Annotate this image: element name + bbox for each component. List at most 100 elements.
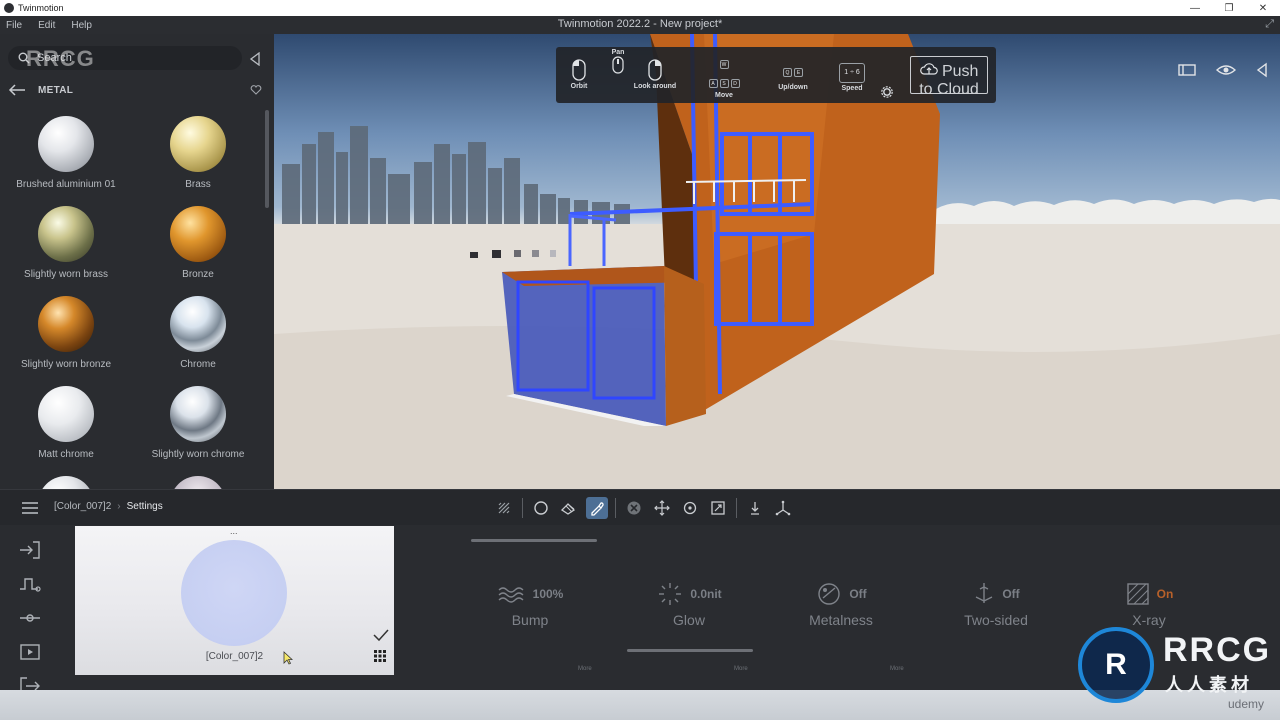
material-tile[interactable]: Slightly worn bronze	[0, 296, 132, 382]
bump-property[interactable]: 100% Bump	[494, 580, 566, 628]
material-label: Bronze	[182, 269, 214, 280]
scale-tool[interactable]	[707, 497, 729, 519]
paint-tool[interactable]	[558, 497, 580, 519]
maximize-button[interactable]: ❐	[1212, 0, 1246, 16]
mouse-right-icon	[648, 59, 662, 81]
3d-viewport[interactable]: Orbit Pan Look around W ASD Move QE Up/d…	[274, 34, 1280, 489]
updown-hint: QE Up/down	[768, 61, 818, 91]
category-header: METAL	[8, 82, 264, 98]
material-swatch[interactable]	[181, 540, 287, 646]
import-icon[interactable]	[18, 539, 42, 561]
breadcrumb-material[interactable]: [Color_007]2	[54, 501, 111, 512]
navigation-help-panel: Orbit Pan Look around W ASD Move QE Up/d…	[556, 47, 996, 103]
material-name: [Color_007]2	[205, 651, 264, 662]
material-tile-partial[interactable]	[132, 476, 264, 489]
rotate-tool[interactable]	[679, 497, 701, 519]
material-label: Matt chrome	[38, 449, 94, 460]
menu-icon[interactable]	[20, 501, 40, 515]
more-link[interactable]: More	[734, 666, 748, 672]
collapse-right-icon[interactable]	[1256, 62, 1268, 78]
x-ray-icon	[1126, 583, 1149, 605]
material-sphere-icon	[38, 476, 94, 489]
metalness-property[interactable]: Off Metalness	[806, 580, 876, 628]
material-tile[interactable]: Slightly worn chrome	[132, 386, 264, 472]
window-title: Twinmotion 2022.2 - New project*	[557, 18, 723, 30]
material-tile-partial[interactable]	[0, 476, 132, 489]
back-arrow-icon[interactable]	[8, 84, 26, 96]
pan-label: Pan	[611, 49, 625, 56]
material-tile[interactable]: Slightly worn brass	[0, 206, 132, 292]
eyedropper-icon	[591, 502, 604, 516]
key-d: D	[730, 79, 740, 88]
clear-tool[interactable]	[623, 497, 645, 519]
orbit-label: Orbit	[570, 83, 588, 90]
properties-scroll-indicator[interactable]	[627, 649, 753, 652]
collapse-panel-icon[interactable]	[249, 52, 261, 66]
close-button[interactable]: ✕	[1246, 0, 1280, 16]
layout-icon[interactable]	[1177, 62, 1197, 78]
material-tile[interactable]: Bronze	[132, 206, 264, 292]
push-to-cloud-button[interactable]: Push to Cloud	[910, 56, 988, 98]
eyedropper-tool[interactable]	[586, 497, 608, 519]
twinmotion-logo-icon	[4, 3, 14, 13]
material-tile[interactable]: Chrome	[132, 296, 264, 382]
breadcrumb-settings[interactable]: Settings	[127, 501, 163, 512]
toolbar-divider	[522, 498, 523, 518]
move-hint: W ASD Move	[694, 53, 754, 99]
drop-tool[interactable]	[744, 497, 766, 519]
menu-help[interactable]: Help	[71, 20, 92, 31]
pan-hint: Pan	[604, 47, 632, 74]
title-bar: Twinmotion — ❐ ✕	[0, 0, 1280, 16]
material-tile[interactable]: Matt chrome	[0, 386, 132, 472]
material-preview[interactable]: ... [Color_007]2	[75, 526, 394, 675]
snap-tool[interactable]	[772, 497, 794, 519]
toolbar-divider	[736, 498, 737, 518]
slightly-worn-brass-sphere-icon	[38, 206, 94, 262]
glow-property[interactable]: 0.0nit Glow	[648, 580, 730, 628]
media-icon[interactable]	[18, 641, 42, 663]
material-label: Brushed aluminium 01	[16, 179, 116, 190]
animation-icon[interactable]	[18, 573, 42, 595]
cloud-upload-icon	[919, 63, 938, 75]
key-w: W	[719, 60, 729, 69]
key-a: A	[708, 79, 718, 88]
x-ray-property[interactable]: On X-ray	[1118, 580, 1180, 628]
path-icon[interactable]	[18, 607, 42, 629]
object-tool[interactable]	[530, 497, 552, 519]
bump-top: 100%	[494, 580, 566, 608]
speed-hint: 1 ÷ 6 Speed	[832, 61, 872, 92]
library-scrollbar[interactable]	[265, 110, 269, 208]
mouse-middle-icon	[612, 56, 624, 74]
material-tile[interactable]: Brushed aluminium 01	[0, 116, 132, 202]
favorite-icon[interactable]	[250, 84, 262, 96]
more-link[interactable]: More	[578, 666, 592, 672]
more-link[interactable]: More	[890, 666, 904, 672]
material-properties-panel: ... [Color_007]2 100% Bump 0.0nit Glow O…	[0, 525, 1280, 695]
check-icon[interactable]	[373, 628, 389, 642]
menu-bar: File Edit Help Twinmotion 2022.2 - New p…	[0, 16, 1280, 34]
select-tool[interactable]	[493, 497, 515, 519]
two-sided-value: Off	[1002, 587, 1020, 601]
material-tile[interactable]: Brass	[132, 116, 264, 202]
menu-edit[interactable]: Edit	[38, 20, 55, 31]
grid-icon[interactable]	[374, 650, 386, 662]
side-tab-icons	[18, 539, 42, 709]
search-bar[interactable]	[8, 46, 242, 70]
material-label: Slightly worn chrome	[151, 449, 245, 460]
two-sided-property[interactable]: Off Two-sided	[962, 580, 1030, 628]
two-sided-label: Two-sided	[964, 612, 1028, 628]
minimize-button[interactable]: —	[1178, 0, 1212, 16]
slightly-worn-bronze-sphere-icon	[38, 296, 94, 352]
mouse-cursor-icon	[283, 651, 293, 665]
search-input[interactable]	[37, 52, 227, 64]
fullscreen-icon[interactable]: ⤢	[1265, 18, 1274, 31]
material-toolbar: [Color_007]2 › Settings	[0, 489, 1280, 525]
menu-file[interactable]: File	[6, 20, 22, 31]
tool-icon-group	[490, 496, 797, 520]
gear-icon[interactable]	[881, 86, 893, 98]
eye-icon[interactable]	[1216, 62, 1236, 78]
orbit-hint: Orbit	[564, 59, 594, 90]
move-tool[interactable]	[651, 497, 673, 519]
preview-menu-dots[interactable]: ...	[230, 526, 238, 536]
properties-scroll-indicator[interactable]	[471, 539, 597, 542]
